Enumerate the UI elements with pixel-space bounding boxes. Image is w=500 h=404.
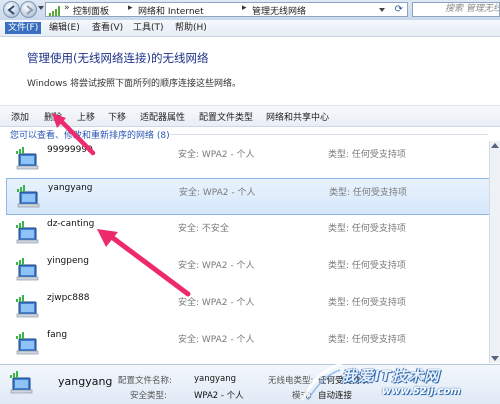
network-signal-icon <box>49 6 60 16</box>
watermark-url: www.52ij.com <box>382 386 461 397</box>
search-placeholder: 搜索 管理无线网络 <box>445 4 499 14</box>
adapter-properties-button[interactable]: 适配器属性 <box>140 110 185 123</box>
move-up-button[interactable]: 上移 <box>77 110 95 123</box>
network-row[interactable]: zjwpc888 安全: WPA2 - 个人 类型: 任何受支持项 <box>6 289 490 326</box>
address-bar: » 控制面板 ▸ 网络和 Internet ▸ 管理无线网络 ⟳ 搜索 管理无线… <box>0 0 500 21</box>
refresh-icon[interactable]: ⟳ <box>395 4 403 15</box>
network-security: 安全: WPA2 - 个人 <box>178 261 255 271</box>
network-name: fang <box>47 330 68 340</box>
menu-edit[interactable]: 编辑(E) <box>46 22 83 34</box>
wireless-network-icon <box>17 185 40 208</box>
network-group-header[interactable]: 您可以查看、修改和重新排序的网络 (8) <box>10 128 170 141</box>
network-security: 安全: WPA2 - 个人 <box>179 188 256 198</box>
menu-help[interactable]: 帮助(H) <box>172 22 210 34</box>
move-down-button[interactable]: 下移 <box>108 110 126 123</box>
network-type: 类型: 任何受支持项 <box>328 298 406 308</box>
forward-arrow-icon <box>26 5 34 15</box>
security-type-label: 安全类型: <box>130 391 167 401</box>
network-type: 类型: 任何受支持项 <box>328 224 406 234</box>
scrollbar[interactable] <box>489 141 500 363</box>
group-divider <box>170 134 488 135</box>
breadcrumb-separator[interactable]: ▸ <box>242 3 247 13</box>
breadcrumb-separator[interactable]: ▸ <box>128 3 133 13</box>
profile-type-button[interactable]: 配置文件类型 <box>199 110 253 123</box>
page-title: 管理使用(无线网络连接)的无线网络 <box>27 51 209 65</box>
wireless-network-icon <box>16 258 39 281</box>
network-row[interactable]: yangyang 安全: WPA2 - 个人 类型: 任何受支持项 <box>6 178 490 215</box>
network-list: 99999999 安全: WPA2 - 个人 类型: 任何受支持项 yangyang 安… <box>0 141 500 363</box>
watermark-text: 我爱IT技术网 <box>342 367 440 385</box>
back-button[interactable] <box>3 1 20 18</box>
network-sharing-center-button[interactable]: 网络和共享中心 <box>266 110 329 123</box>
profile-name-label: 配置文件名称: <box>118 376 172 386</box>
wireless-network-icon <box>16 332 39 355</box>
security-type-value: WPA2 - 个人 <box>194 391 244 401</box>
wireless-network-icon <box>16 221 39 244</box>
wireless-network-icon <box>16 147 39 170</box>
scroll-up-icon[interactable] <box>491 143 499 148</box>
swoosh-logo-icon <box>300 362 343 401</box>
breadcrumb-separator: » <box>64 3 70 13</box>
command-toolbar: 添加 删除 上移 下移 适配器属性 配置文件类型 网络和共享中心 <box>0 105 500 127</box>
remove-button[interactable]: 删除 <box>44 110 62 123</box>
breadcrumb-control-panel[interactable]: 控制面板 <box>73 4 109 16</box>
back-arrow-icon <box>7 5 15 15</box>
menu-tools[interactable]: 工具(T) <box>130 22 167 34</box>
network-row[interactable]: 99999999 安全: WPA2 - 个人 类型: 任何受支持项 <box>6 141 490 178</box>
network-security: 安全: WPA2 - 个人 <box>178 150 255 160</box>
network-type: 类型: 任何受支持项 <box>328 335 406 345</box>
network-row[interactable]: fang 安全: WPA2 - 个人 类型: 任何受支持项 <box>6 326 490 363</box>
forward-button[interactable] <box>20 1 37 18</box>
network-name: dz-canting <box>47 219 95 229</box>
network-security: 安全: WPA2 - 个人 <box>178 298 255 308</box>
page-subtitle: Windows 将尝试按照下面所列的顺序连接这些网络。 <box>27 79 242 89</box>
breadcrumb-network-internet[interactable]: 网络和 Internet <box>138 4 204 16</box>
network-name: yingpeng <box>47 256 89 266</box>
breadcrumb-manage-wireless[interactable]: 管理无线网络 <box>252 4 306 16</box>
network-name: 99999999 <box>47 145 93 155</box>
network-type: 类型: 任何受支持项 <box>328 261 406 271</box>
site-watermark: 我爱IT技术网 www.52ij.com <box>300 362 500 403</box>
wireless-network-icon <box>10 371 33 394</box>
network-security: 安全: WPA2 - 个人 <box>178 335 255 345</box>
details-network-name: yangyang <box>58 375 113 388</box>
history-dropdown-icon[interactable] <box>38 6 44 10</box>
network-name: zjwpc888 <box>47 293 90 303</box>
network-row[interactable]: yingpeng 安全: WPA2 - 个人 类型: 任何受支持项 <box>6 252 490 289</box>
network-security: 安全: 不安全 <box>178 224 229 234</box>
breadcrumb[interactable]: » 控制面板 ▸ 网络和 Internet ▸ 管理无线网络 ⟳ <box>45 2 408 17</box>
network-type: 类型: 任何受支持项 <box>328 150 406 160</box>
network-row[interactable]: dz-canting 安全: 不安全 类型: 任何受支持项 <box>6 215 490 252</box>
wireless-network-icon <box>16 295 39 318</box>
profile-name-value: yangyang <box>194 374 237 384</box>
search-input[interactable]: 搜索 管理无线网络 <box>412 2 500 17</box>
network-type: 类型: 任何受支持项 <box>329 188 407 198</box>
add-button[interactable]: 添加 <box>11 110 29 123</box>
menu-view[interactable]: 查看(V) <box>89 22 126 34</box>
scroll-down-icon[interactable] <box>491 356 499 361</box>
network-name: yangyang <box>48 183 93 193</box>
menu-file[interactable]: 文件(F) <box>5 22 42 34</box>
menu-bar: 文件(F) 编辑(E) 查看(V) 工具(T) 帮助(H) <box>0 20 500 37</box>
address-dropdown-icon[interactable] <box>379 8 385 12</box>
